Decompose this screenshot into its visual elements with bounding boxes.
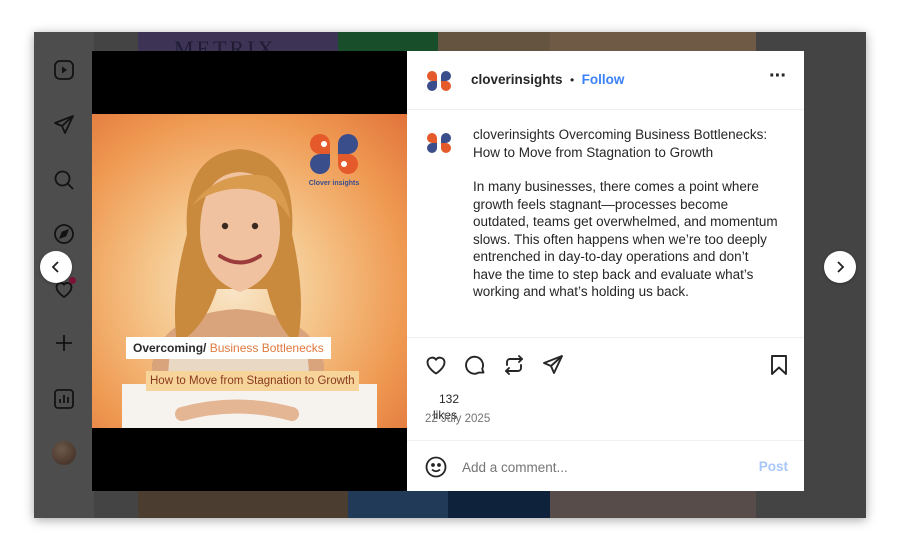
save-button[interactable]: [766, 352, 792, 378]
image-banner-subtitle: How to Move from Stagnation to Growth: [146, 371, 359, 391]
clover-logo-icon: [310, 134, 358, 174]
follow-button[interactable]: Follow: [582, 72, 625, 87]
comment-bar: Post: [407, 440, 804, 491]
account-avatar-icon[interactable]: [427, 69, 451, 93]
bg-tile: [550, 490, 756, 518]
comment-icon: [465, 355, 485, 375]
repost-icon: [505, 355, 523, 375]
avatar[interactable]: [50, 439, 78, 467]
post-caption: cloverinsights Overcoming Business Bottl…: [473, 126, 778, 301]
reels-icon[interactable]: [50, 56, 78, 84]
caption-heading: cloverinsights Overcoming Business Bottl…: [473, 126, 778, 161]
share-button[interactable]: [540, 352, 566, 378]
banner-title-bold: Overcoming/: [133, 341, 207, 355]
post-media: Clover insights Overcoming/ Business Bot…: [92, 51, 407, 491]
emoji-icon[interactable]: [424, 455, 448, 479]
comment-input[interactable]: [462, 456, 732, 478]
search-icon[interactable]: [50, 166, 78, 194]
app-window: METRIX Clover insights Overcoming/ Busin…: [34, 32, 866, 518]
previous-post-button[interactable]: [40, 251, 72, 283]
send-icon: [543, 355, 563, 374]
explore-icon[interactable]: [50, 220, 78, 248]
bg-tile: [448, 490, 550, 518]
caption-username[interactable]: cloverinsights: [473, 127, 555, 142]
post-actions: 132 likes 22 July 2025: [407, 337, 804, 425]
header-separator: •: [569, 73, 575, 87]
chevron-right-icon: [837, 261, 845, 273]
image-banner-title: Overcoming/ Business Bottlenecks: [126, 337, 331, 359]
send-icon[interactable]: [50, 111, 78, 139]
banner-title-rest: Business Bottlenecks: [206, 341, 324, 355]
notification-dot: [69, 277, 76, 284]
post-details-panel: cloverinsights • Follow ··· cloverinsigh…: [407, 51, 804, 491]
brand-name: Clover insights: [308, 180, 360, 187]
heart-icon: [426, 356, 446, 375]
plus-icon[interactable]: [50, 329, 78, 357]
bookmark-icon: [771, 355, 787, 375]
next-post-button[interactable]: [824, 251, 856, 283]
more-options-button[interactable]: ···: [769, 65, 787, 88]
comment-button[interactable]: [462, 352, 488, 378]
post-modal: Clover insights Overcoming/ Business Bot…: [92, 51, 804, 491]
repost-button[interactable]: [501, 352, 527, 378]
brand-logo: Clover insights: [304, 130, 364, 187]
bg-tile: [138, 490, 348, 518]
post-image[interactable]: Clover insights Overcoming/ Business Bot…: [92, 114, 407, 428]
bg-tile: [348, 490, 448, 518]
caption-avatar-icon[interactable]: [427, 131, 451, 155]
post-comment-button[interactable]: Post: [759, 459, 788, 474]
caption-body: In many businesses, there comes a point …: [473, 179, 778, 299]
post-date: 22 July 2025: [425, 413, 491, 425]
header-username[interactable]: cloverinsights: [471, 72, 563, 87]
post-header: cloverinsights • Follow ···: [407, 51, 804, 110]
stats-icon[interactable]: [50, 385, 78, 413]
like-button[interactable]: [423, 352, 449, 378]
chevron-left-icon: [51, 261, 59, 273]
